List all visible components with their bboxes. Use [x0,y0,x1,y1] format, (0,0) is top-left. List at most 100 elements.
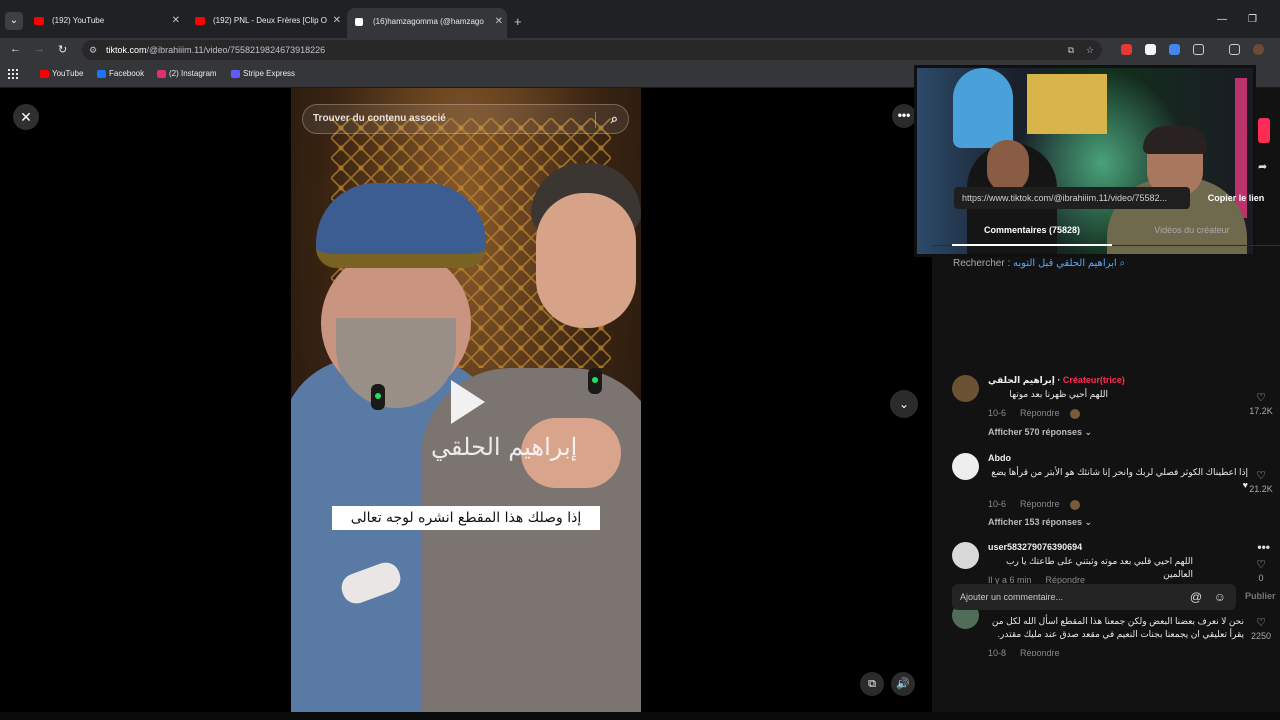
comment-item: Abdo إذا اعطيناك الكوثر فصلي لربك وانحر … [952,453,1280,533]
comment-item: إبراهيم الحلقي · Créateur(trice) اللهم أ… [952,375,1280,445]
extensions-puzzle-icon[interactable] [1193,44,1204,55]
bookmark-label: Facebook [109,69,145,78]
share-link-field[interactable]: https://www.tiktok.com/@ibrahiiim.11/vid… [954,187,1190,209]
tab-search-button[interactable]: ⌄ [5,12,23,30]
share-icon[interactable]: ➦ [1258,160,1267,173]
comment-author[interactable]: user583279076390694 [988,542,1082,552]
add-comment-placeholder: Ajouter un commentaire... [960,592,1064,602]
youtube-favicon-icon [34,17,44,25]
publish-button[interactable]: Publier [1245,591,1276,601]
site-info-icon[interactable]: ⚙ [89,40,97,60]
search-query: ابراهيم الحلقي قبل التوبه [1013,258,1117,269]
extension-3-icon[interactable] [1169,44,1180,55]
profile-avatar[interactable] [1253,44,1264,55]
like-count: 2250 [1250,631,1272,641]
browser-tab-strip: ⌄ (192) YouTube ✕ (192) PNL - Deux Frère… [0,0,1280,38]
tab-pnl[interactable]: (192) PNL - Deux Frères [Clip O ✕ [187,10,345,32]
like-button[interactable]: ♡ 0 [1246,558,1276,583]
minimize-icon[interactable]: — [1217,14,1227,25]
search-icon[interactable]: ⌕ [611,105,618,133]
url-path: /@ibrahiiim.11/video/7558219824673918226 [146,45,326,55]
share-link-row: https://www.tiktok.com/@ibrahiiim.11/vid… [954,187,1274,209]
emoji-icon[interactable]: ☺ [1214,584,1226,610]
heart-icon: ♡ [1256,470,1266,482]
tab-youtube[interactable]: (192) YouTube ✕ [26,10,184,32]
bookmark-star-icon[interactable]: ☆ [1086,40,1094,60]
comment-more-icon[interactable]: ••• [1257,540,1270,554]
new-tab-icon[interactable]: + [514,14,522,29]
comment-meta: 10-6 Répondre [988,408,1080,419]
pip-poster [953,68,1013,148]
forward-icon[interactable]: → [34,43,45,55]
lapel-mic-icon [371,384,385,410]
apps-grid-icon[interactable] [8,69,18,79]
comment-author[interactable]: إبراهيم الحلقي · Créateur(trice) [988,375,1125,386]
volume-icon[interactable]: 🔊 [891,672,915,696]
extension-2-icon[interactable] [1145,44,1156,55]
boy-head [536,193,636,328]
related-content-search[interactable]: Trouver du contenu associé ⌕ [302,104,629,134]
extension-1-icon[interactable] [1121,44,1132,55]
author-name: إبراهيم الحلقي [988,375,1055,385]
reply-button[interactable]: Répondre [1020,408,1060,418]
video-caption: إذا وصلك هذا المقطع انشره لوجه تعالى [332,506,600,530]
close-tab-icon[interactable]: ✕ [495,8,503,36]
add-comment-input[interactable]: Ajouter un commentaire... @ ☺ [952,584,1236,610]
avatar[interactable] [952,453,979,480]
picture-in-picture-icon[interactable]: ⧉ [860,672,884,696]
bookmark-youtube[interactable]: YouTube [40,69,83,78]
more-options-icon[interactable]: ••• [892,104,916,128]
creator-liked-avatar [1069,499,1080,510]
install-app-icon[interactable]: ⧉ [1068,40,1074,60]
comment-author[interactable]: Abdo [988,453,1011,463]
close-tab-icon[interactable]: ✕ [333,10,341,32]
bookmark-stripe[interactable]: Stripe Express [231,69,295,78]
restore-icon[interactable]: ❐ [1248,14,1257,25]
close-tab-icon[interactable]: ✕ [172,10,180,32]
heart-icon: ♡ [1256,617,1266,629]
pip-person-right-hair [1143,126,1207,154]
bookmark-label: Stripe Express [243,69,296,78]
media-control-icon[interactable] [1229,44,1240,55]
reply-button[interactable]: Répondre [1020,648,1060,656]
heart-icon: ♡ [1256,392,1266,404]
like-count: 21.2K [1249,484,1273,494]
search-placeholder: Trouver du contenu associé [313,113,446,124]
creator-liked-avatar [1069,408,1080,419]
reply-button[interactable]: Répondre [1020,499,1060,509]
chevron-down-icon[interactable]: ⌄ [890,390,918,418]
tab-title: (16)hamzagomma (@hamzago [373,17,484,26]
tab-comments[interactable]: Commentaires (75828) [952,218,1112,246]
comment-meta: 10-6 Répondre [988,499,1080,510]
watermark-signature: إبراهيم الحلقي [431,433,578,461]
tab-creator-videos[interactable]: Vidéos du créateur [1112,218,1272,246]
panel-tabs: Commentaires (75828) Vidéos du créateur [932,218,1280,246]
mention-icon[interactable]: @ [1190,584,1202,610]
avatar[interactable] [952,375,979,402]
close-icon[interactable]: ✕ [13,104,39,130]
search-suggestion[interactable]: Rechercher : ابراهيم الحلقي قبل التوبه ⌕ [953,258,1125,269]
url-field[interactable]: ⚙ tiktok.com/@ibrahiiim.11/video/7558219… [82,40,1102,60]
copy-link-button[interactable]: Copier le lien [1194,187,1278,209]
reload-icon[interactable]: ↻ [58,43,67,56]
search-icon: ⌕ [1119,258,1126,269]
view-replies-button[interactable]: Afficher 570 réponses ⌄ [988,427,1092,438]
bookmark-instagram[interactable]: (2) Instagram [157,69,217,78]
back-icon[interactable]: ← [10,43,21,55]
bookmark-label: YouTube [52,69,84,78]
view-replies-button[interactable]: Afficher 153 réponses ⌄ [988,517,1092,528]
like-button[interactable]: ♡ 2250 [1246,616,1276,641]
video-player[interactable]: Trouver du contenu associé ⌕ إبراهيم الح… [291,88,641,712]
comment-text: اللهم أحيي ظهرنا بعد موتها [1009,389,1108,399]
comment-text: إذا اعطيناك الكوثر فصلي لربك وانحر إنا ش… [991,467,1248,490]
url-host: tiktok.com [106,45,147,55]
bookmark-facebook[interactable]: Facebook [97,69,144,78]
play-icon[interactable] [451,380,485,424]
like-button[interactable]: ♡ 17.2K [1246,391,1276,416]
tiktok-favicon-icon [355,18,363,26]
avatar[interactable] [952,542,979,569]
heart-icon: ♡ [1256,559,1266,571]
like-count: 17.2K [1249,406,1273,416]
like-button[interactable]: ♡ 21.2K [1246,469,1276,494]
tab-tiktok[interactable]: (16)hamzagomma (@hamzago ✕ [347,8,507,38]
